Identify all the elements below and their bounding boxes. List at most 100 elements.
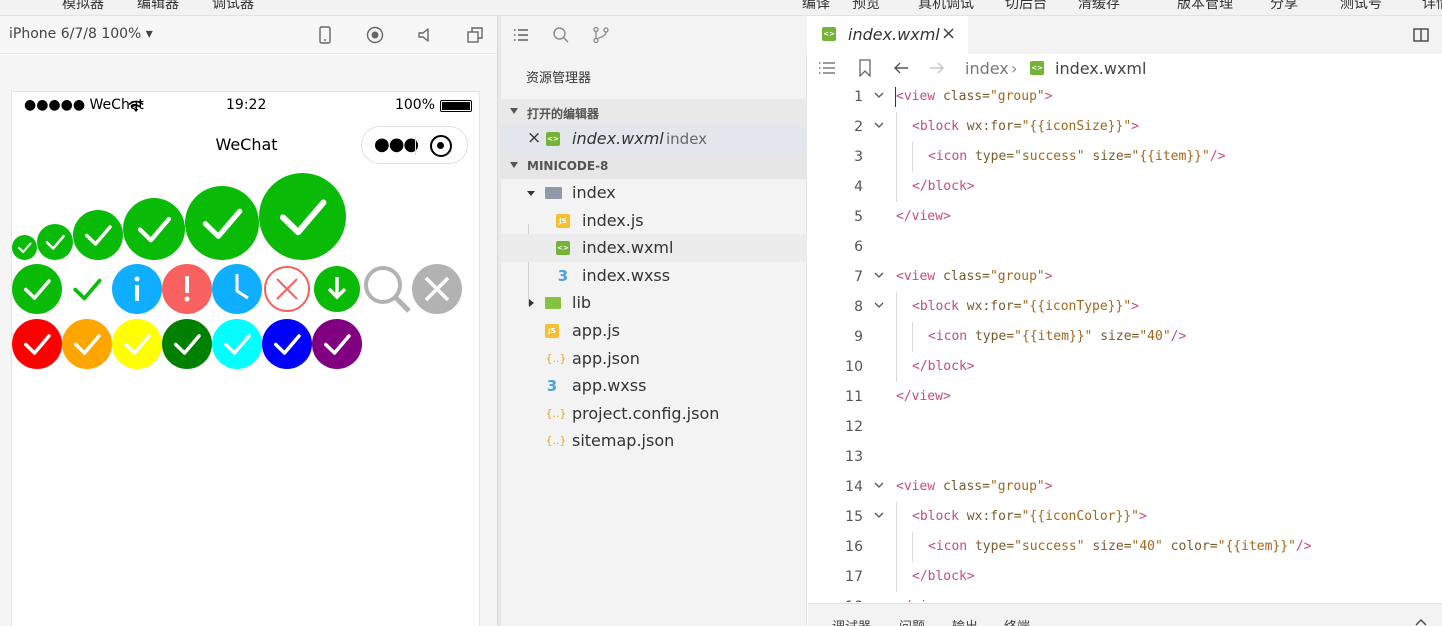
source-control-icon[interactable] bbox=[592, 26, 610, 44]
code-token-tag: <view bbox=[896, 269, 936, 284]
menu-clear-cache[interactable]: 清缓存 bbox=[1078, 0, 1120, 13]
tree-item[interactable]: JS index.js bbox=[501, 207, 807, 235]
code-line[interactable]: 5 </view> bbox=[808, 202, 1442, 232]
search-icon[interactable] bbox=[552, 26, 570, 44]
fold-chevron-icon[interactable] bbox=[874, 300, 884, 310]
code-token-tag: </block> bbox=[912, 569, 975, 584]
editor-tab[interactable]: <> index.wxml × bbox=[808, 16, 968, 54]
code-line[interactable]: 14 <view class="group"> bbox=[808, 472, 1442, 502]
waiting-icon bbox=[212, 264, 262, 314]
fold-chevron-icon[interactable] bbox=[874, 90, 884, 100]
tree-item[interactable]: lib bbox=[501, 289, 807, 317]
tree-item[interactable]: {..} sitemap.json bbox=[501, 427, 807, 455]
tree-item[interactable]: {..} project.config.json bbox=[501, 400, 807, 428]
code-line[interactable]: 4 </block> bbox=[808, 172, 1442, 202]
tree-item[interactable]: 3 index.wxss bbox=[501, 262, 807, 290]
code-token-str: "{{iconColor}}" bbox=[1021, 509, 1139, 524]
back-arrow-icon[interactable] bbox=[892, 61, 910, 75]
phone-screen: ●●●●● WeChat 19:22 100% WeChat ●●● bbox=[11, 91, 480, 626]
menu-version-control[interactable]: 版本管理 bbox=[1177, 0, 1233, 13]
tab-debugger[interactable]: 调试器 bbox=[832, 616, 871, 626]
detach-window-icon[interactable] bbox=[465, 25, 485, 45]
code-token-attr: class= bbox=[935, 269, 990, 284]
open-editors-section[interactable]: 打开的编辑器 bbox=[501, 99, 807, 125]
code-line[interactable]: 12 bbox=[808, 412, 1442, 442]
menu-test-account[interactable]: 测试号 bbox=[1340, 0, 1382, 13]
code-line[interactable]: 7 <view class="group"> bbox=[808, 262, 1442, 292]
menu-preview[interactable]: 预览 bbox=[852, 0, 880, 13]
code-token-tag: > bbox=[1044, 479, 1053, 494]
json-file-icon: {..} bbox=[545, 406, 567, 420]
menu-details[interactable]: 详情 bbox=[1422, 0, 1442, 13]
fold-chevron-icon[interactable] bbox=[874, 270, 884, 280]
close-icon[interactable]: × bbox=[527, 128, 541, 148]
indent-guide bbox=[896, 322, 897, 352]
tab-output[interactable]: 输出 bbox=[952, 616, 978, 626]
code-line[interactable]: 1 <view class="group"> bbox=[808, 82, 1442, 112]
phone-icon[interactable] bbox=[315, 25, 335, 45]
chevron-right-icon[interactable] bbox=[529, 299, 534, 308]
line-number: 12 bbox=[845, 419, 863, 435]
simulator-panel: ●●●●● WeChat 19:22 100% WeChat ●●● bbox=[0, 55, 497, 626]
menu-background[interactable]: 切后台 bbox=[1005, 0, 1047, 13]
code-area[interactable]: 1 <view class="group"> 2 <block wx:for="{{i… bbox=[808, 82, 1442, 602]
success-icon bbox=[262, 319, 312, 369]
tab-terminal[interactable]: 终端 bbox=[1004, 616, 1030, 626]
speaker-icon[interactable] bbox=[415, 25, 435, 45]
device-select[interactable]: iPhone 6/7/8 100% ▾ bbox=[9, 26, 153, 42]
success-icon bbox=[37, 224, 73, 260]
fold-chevron-icon[interactable] bbox=[874, 510, 884, 520]
js-file-icon: JS bbox=[556, 213, 570, 228]
code-token-attr: wx:for= bbox=[958, 509, 1022, 524]
code-line[interactable]: 11 </view> bbox=[808, 382, 1442, 412]
fold-chevron-icon[interactable] bbox=[874, 120, 884, 130]
breadcrumb-folder[interactable]: index bbox=[965, 59, 1009, 78]
code-line[interactable]: 2 <block wx:for="{{iconSize}}"> bbox=[808, 112, 1442, 142]
bookmark-icon[interactable] bbox=[858, 59, 872, 77]
split-editor-icon[interactable] bbox=[1412, 26, 1430, 44]
code-line[interactable]: 9 <icon type="{{item}}" size="40"/> bbox=[808, 322, 1442, 352]
code-line[interactable]: 17 </block> bbox=[808, 562, 1442, 592]
outline-icon[interactable] bbox=[818, 61, 836, 75]
json-file-icon: {..} bbox=[545, 434, 567, 448]
chevron-down-icon[interactable] bbox=[527, 191, 535, 196]
file-explorer: 资源管理器 打开的编辑器 × <> index.wxml index MINIC… bbox=[501, 16, 807, 626]
chevron-up-icon[interactable] bbox=[1414, 617, 1428, 626]
code-token-str: "group" bbox=[989, 269, 1045, 284]
project-label: MINICODE-8 bbox=[527, 159, 609, 173]
success-icon bbox=[112, 319, 162, 369]
menu-real-device-debug[interactable]: 真机调试 bbox=[918, 0, 974, 13]
project-section[interactable]: MINICODE-8 bbox=[501, 153, 807, 179]
code-token-tag: </block> bbox=[912, 179, 975, 194]
code-line[interactable]: 6 bbox=[808, 232, 1442, 262]
open-editor-item[interactable]: × <> index.wxml index bbox=[501, 125, 807, 153]
tab-problems[interactable]: 问题 bbox=[899, 616, 925, 626]
tree-item[interactable]: index bbox=[501, 179, 807, 207]
download-icon bbox=[314, 266, 360, 312]
code-line[interactable]: 10 </block> bbox=[808, 352, 1442, 382]
close-icon[interactable]: × bbox=[941, 23, 956, 44]
fold-chevron-icon[interactable] bbox=[874, 480, 884, 490]
menu-simulator[interactable]: 模拟器 bbox=[62, 0, 104, 13]
list-icon[interactable] bbox=[512, 26, 530, 44]
record-icon[interactable] bbox=[365, 25, 385, 45]
tree-item[interactable]: <> index.wxml bbox=[501, 234, 807, 263]
code-token-str: "{{item}}" bbox=[1217, 539, 1296, 554]
code-line[interactable]: 13 bbox=[808, 442, 1442, 472]
forward-arrow-icon[interactable] bbox=[928, 61, 946, 75]
code-line[interactable]: 3 <icon type="success" size="{{item}}"/> bbox=[808, 142, 1442, 172]
code-token-str: "group" bbox=[989, 89, 1045, 104]
menu-editor[interactable]: 编辑器 bbox=[137, 0, 179, 13]
code-line[interactable]: 18 </view> bbox=[808, 592, 1442, 602]
menu-debugger[interactable]: 调试器 bbox=[212, 0, 254, 13]
breadcrumb-file[interactable]: index.wxml bbox=[1055, 59, 1146, 78]
menu-compile[interactable]: 编译 bbox=[802, 0, 830, 13]
tree-item[interactable]: 3 app.wxss bbox=[501, 372, 807, 400]
code-line[interactable]: 8 <block wx:for="{{iconType}}"> bbox=[808, 292, 1442, 322]
tree-item[interactable]: {..} app.json bbox=[501, 345, 807, 373]
tree-item[interactable]: JS app.js bbox=[501, 317, 807, 345]
simulator-toolbar: iPhone 6/7/8 100% ▾ bbox=[0, 16, 497, 54]
code-line[interactable]: 15 <block wx:for="{{iconColor}}"> bbox=[808, 502, 1442, 532]
code-line[interactable]: 16 <icon type="success" size="40" color="… bbox=[808, 532, 1442, 562]
menu-share[interactable]: 分享 bbox=[1270, 0, 1298, 13]
